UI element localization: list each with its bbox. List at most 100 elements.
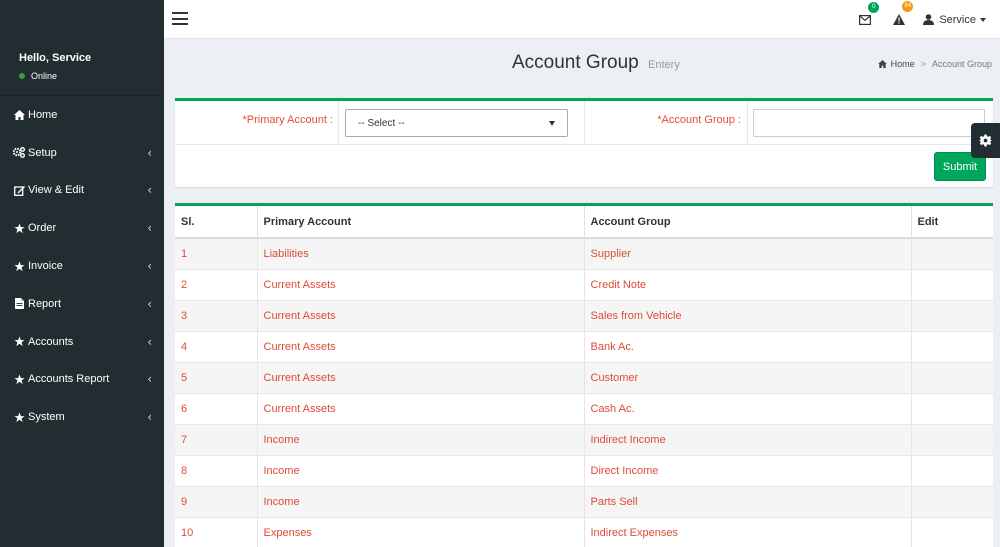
table-row: 1 Liabilities Supplier	[175, 238, 993, 270]
cell-sl: 10	[175, 517, 258, 547]
cell-primary-account: Current Assets	[257, 269, 585, 301]
cell-sl: 8	[175, 455, 258, 487]
cell-edit[interactable]	[911, 269, 993, 301]
sidebar-item-label: Home	[28, 108, 58, 121]
sidebar-item-report[interactable]: Report ‹	[0, 285, 164, 323]
sidebar-item-setup[interactable]: Setup ‹	[0, 134, 164, 172]
form-row: *Primary Account : -- Select -- *Account…	[175, 101, 993, 145]
cell-edit[interactable]	[911, 486, 993, 518]
sidebar-item-system[interactable]: System ‹	[0, 398, 164, 436]
online-status-dot-icon	[19, 73, 25, 79]
account-group-input[interactable]	[753, 109, 985, 137]
caret-down-icon	[980, 17, 986, 22]
home-icon	[877, 60, 887, 68]
column-header-sl[interactable]: Sl.	[175, 206, 258, 239]
cell-edit[interactable]	[911, 455, 993, 487]
user-status: Online	[19, 71, 164, 81]
account-group-table: Sl. Primary Account Account Group Edit 1…	[175, 206, 993, 547]
user-icon	[923, 14, 935, 25]
table-row: 3 Current Assets Sales from Vehicle	[175, 300, 993, 332]
cell-sl: 7	[175, 424, 258, 456]
cell-sl: 6	[175, 393, 258, 425]
account-group-table-box: Sl. Primary Account Account Group Edit 1…	[175, 203, 993, 547]
chevron-left-icon: ‹	[147, 183, 152, 198]
cell-account-group: Direct Income	[584, 455, 912, 487]
cell-primary-account: Income	[257, 455, 585, 487]
cell-primary-account: Income	[257, 424, 585, 456]
breadcrumb-home-link[interactable]: Home	[891, 59, 915, 69]
edit-icon	[11, 185, 27, 196]
cell-primary-account: Current Assets	[257, 362, 585, 394]
table-row: 6 Current Assets Cash Ac.	[175, 393, 993, 425]
page-title: Account Group Entery	[512, 52, 680, 74]
cell-edit[interactable]	[911, 331, 993, 363]
sidebar-item-accounts[interactable]: Accounts ‹	[0, 323, 164, 361]
navbar-right: 0 84 Service	[837, 0, 986, 39]
column-header-account-group[interactable]: Account Group	[584, 206, 912, 239]
cell-account-group: Bank Ac.	[584, 331, 912, 363]
primary-account-select-value: -- Select --	[358, 117, 405, 129]
table-row: 5 Current Assets Customer	[175, 362, 993, 394]
sidebar-item-view-edit[interactable]: View & Edit ‹	[0, 172, 164, 210]
sidebar-toggle-hamburger-icon[interactable]	[172, 12, 188, 25]
column-header-edit[interactable]: Edit	[911, 206, 993, 239]
table-header-row: Sl. Primary Account Account Group Edit	[175, 206, 993, 239]
table-row: 9 Income Parts Sell	[175, 486, 993, 518]
chevron-left-icon: ‹	[147, 296, 152, 311]
cell-sl: 5	[175, 362, 258, 394]
chevron-left-icon: ‹	[147, 221, 152, 236]
column-header-primary-account[interactable]: Primary Account	[257, 206, 585, 239]
messages-button[interactable]: 0	[859, 1, 880, 25]
notifications-count-badge: 84	[902, 1, 914, 12]
cell-sl: 2	[175, 269, 258, 301]
cell-primary-account: Current Assets	[257, 331, 585, 363]
home-icon	[11, 109, 27, 120]
sidebar-item-label: Order	[28, 222, 57, 235]
form-divider	[338, 101, 339, 145]
top-navbar: 0 84 Service	[164, 0, 1000, 39]
table-row: 4 Current Assets Bank Ac.	[175, 331, 993, 363]
sidebar-item-label: Accounts	[28, 335, 74, 348]
cell-edit[interactable]	[911, 424, 993, 456]
table-row: 7 Income Indirect Income	[175, 424, 993, 456]
cell-edit[interactable]	[911, 238, 993, 270]
page-title-text: Account Group	[512, 52, 639, 73]
cell-sl: 4	[175, 331, 258, 363]
sidebar: Hello, Service Online Home Setup ‹ View …	[0, 0, 164, 547]
chevron-left-icon: ‹	[147, 372, 152, 387]
cell-sl: 3	[175, 300, 258, 332]
cell-account-group: Indirect Income	[584, 424, 912, 456]
cell-primary-account: Liabilities	[257, 238, 585, 270]
star-icon	[11, 261, 27, 272]
sidebar-item-label: Accounts Report	[28, 373, 110, 386]
cell-edit[interactable]	[911, 517, 993, 547]
form-divider	[747, 101, 748, 145]
cell-edit[interactable]	[911, 300, 993, 332]
select-arrow-down-icon	[549, 120, 555, 126]
user-panel: Hello, Service Online	[0, 0, 164, 96]
chevron-left-icon: ‹	[147, 145, 152, 160]
primary-account-select[interactable]: -- Select --	[345, 109, 568, 137]
envelope-icon	[859, 14, 872, 25]
cell-account-group: Customer	[584, 362, 912, 394]
settings-toggle-button[interactable]	[971, 123, 1000, 158]
page-subtitle: Entery	[648, 59, 680, 71]
table-row: 2 Current Assets Credit Note	[175, 269, 993, 301]
user-menu-dropdown[interactable]: Service	[923, 14, 986, 26]
chevron-left-icon: ‹	[147, 410, 152, 425]
file-icon	[11, 298, 27, 310]
user-menu-name: Service	[939, 13, 976, 26]
sidebar-item-order[interactable]: Order ‹	[0, 209, 164, 247]
star-icon	[11, 374, 27, 385]
table-row: 8 Income Direct Income	[175, 455, 993, 487]
sidebar-item-home[interactable]: Home	[0, 96, 164, 134]
cell-edit[interactable]	[911, 393, 993, 425]
cell-account-group: Supplier	[584, 238, 912, 270]
cell-edit[interactable]	[911, 362, 993, 394]
sidebar-item-label: View & Edit	[28, 184, 85, 197]
sidebar-item-invoice[interactable]: Invoice ‹	[0, 247, 164, 285]
cell-primary-account: Current Assets	[257, 300, 585, 332]
sidebar-item-accounts-report[interactable]: Accounts Report ‹	[0, 361, 164, 399]
breadcrumb: Home > Account Group	[877, 59, 992, 69]
notifications-button[interactable]: 84	[893, 1, 914, 25]
